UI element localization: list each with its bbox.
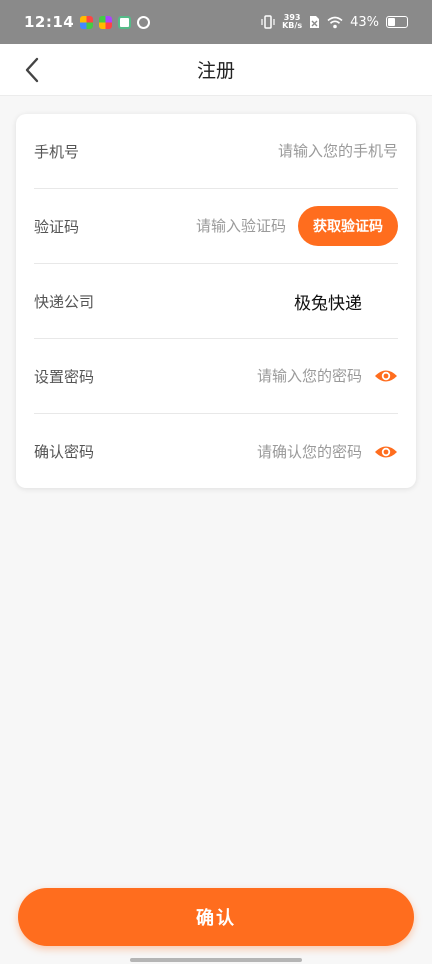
app-notification-icon (118, 15, 132, 29)
eye-icon[interactable] (374, 444, 398, 460)
vibrate-icon (261, 15, 275, 29)
wifi-icon (327, 16, 343, 28)
battery-icon (386, 16, 408, 28)
register-form: 手机号 验证码 获取验证码 快递公司 极兔快递 设置密码 确认密码 (16, 114, 416, 488)
code-right: 获取验证码 (156, 206, 398, 246)
courier-selector[interactable]: 极兔快递 (294, 289, 362, 314)
net-speed: 393 KB/s (282, 14, 302, 30)
eye-icon[interactable] (374, 368, 398, 384)
code-row: 验证码 获取验证码 (34, 189, 398, 264)
net-speed-unit: KB/s (282, 21, 303, 30)
status-time: 12:14 (24, 13, 75, 31)
confirm-password-row: 确认密码 (34, 414, 398, 489)
no-sim-icon (310, 16, 320, 28)
phone-label: 手机号 (34, 142, 80, 161)
password-input[interactable] (182, 367, 362, 385)
courier-row: 快递公司 极兔快递 (34, 264, 398, 339)
courier-label: 快递公司 (34, 292, 95, 311)
confirm-password-input[interactable] (182, 442, 362, 461)
password-label: 设置密码 (34, 367, 95, 386)
phone-input[interactable] (198, 142, 398, 160)
confirm-password-right (182, 442, 398, 461)
back-button[interactable] (14, 52, 50, 88)
confirm-button[interactable]: 确认 (18, 888, 414, 946)
get-code-button[interactable]: 获取验证码 (298, 206, 398, 246)
password-row: 设置密码 (34, 339, 398, 414)
status-bar: 12:14 393 KB/s 43% (0, 0, 432, 44)
status-right: 393 KB/s 43% (261, 14, 408, 30)
nav-bar: 注册 (0, 44, 432, 96)
code-input[interactable] (156, 217, 286, 235)
app-notification-icon (80, 15, 94, 29)
home-indicator (130, 958, 302, 962)
chevron-left-icon (25, 57, 39, 83)
sync-icon (137, 15, 151, 29)
battery-fill (388, 18, 395, 26)
confirm-password-label: 确认密码 (34, 443, 95, 461)
code-label: 验证码 (34, 217, 80, 236)
app-notification-icon (99, 15, 113, 29)
password-right (182, 367, 398, 385)
phone-row: 手机号 (34, 114, 398, 189)
page-title: 注册 (196, 60, 235, 82)
battery-percent: 43% (350, 14, 379, 30)
status-left: 12:14 (24, 13, 151, 31)
